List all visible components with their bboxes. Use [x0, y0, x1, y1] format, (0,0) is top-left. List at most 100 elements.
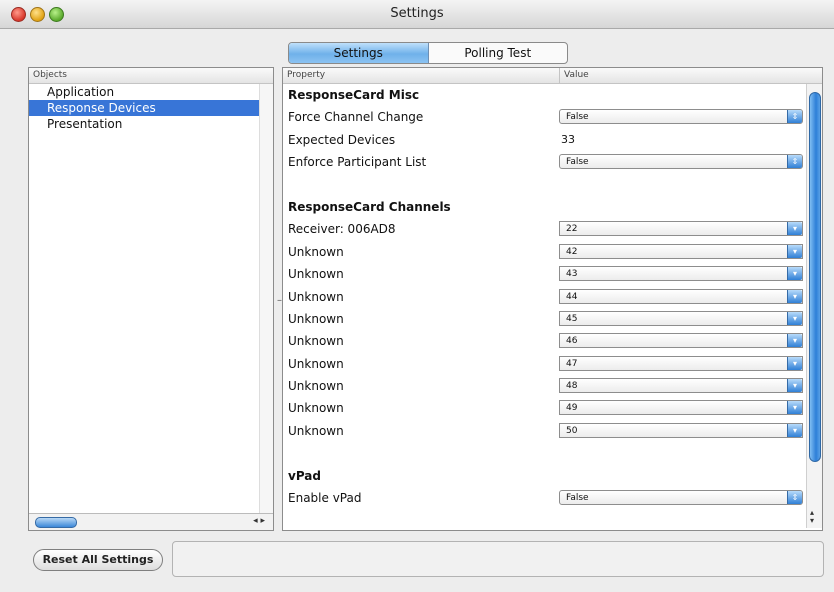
- objects-vertical-scrollbar[interactable]: [259, 84, 273, 514]
- section-header-row: ResponseCard Misc: [283, 84, 805, 106]
- property-row: Enforce Participant List False ⇕: [283, 151, 805, 173]
- dropdown-value: 22: [566, 224, 578, 235]
- channel-combobox[interactable]: 43 ▾: [559, 266, 803, 282]
- channel-combobox[interactable]: 22 ▾: [559, 221, 803, 237]
- value-dropdown[interactable]: False ⇕: [559, 154, 803, 170]
- property-row: Receiver: 006AD8 22 ▾: [283, 218, 805, 240]
- property-label: Force Channel Change: [288, 110, 424, 125]
- dropdown-value: False: [566, 112, 589, 123]
- horizontal-scroll-thumb[interactable]: [35, 517, 77, 528]
- property-row: [283, 174, 805, 196]
- objects-list-item[interactable]: Response Devices: [29, 100, 273, 116]
- channel-combobox[interactable]: 42 ▾: [559, 243, 803, 259]
- dropdown-value: False: [566, 493, 589, 504]
- property-row: Unknown 49 ▾: [283, 397, 805, 419]
- tab-polling-test[interactable]: Polling Test: [429, 43, 568, 63]
- property-label: Unknown: [288, 423, 344, 438]
- property-row: Unknown 50 ▾: [283, 420, 805, 442]
- property-row: Unknown 43 ▾: [283, 263, 805, 285]
- property-row: Unknown 45 ▾: [283, 308, 805, 330]
- objects-list-item[interactable]: Application: [29, 84, 273, 100]
- channel-combobox[interactable]: 46 ▾: [559, 333, 803, 349]
- property-row: Enable vPad False ⇕: [283, 487, 805, 509]
- property-label: Unknown: [288, 379, 344, 394]
- settings-window: Settings Settings Polling Test Objects A…: [0, 0, 834, 592]
- channel-combobox[interactable]: 49 ▾: [559, 400, 803, 416]
- scroll-arrows-icon[interactable]: ◂ ▸: [253, 516, 265, 526]
- property-label: Unknown: [288, 356, 344, 371]
- property-label: Enforce Participant List: [288, 155, 427, 170]
- property-row: Unknown 44 ▾: [283, 286, 805, 308]
- channel-combobox[interactable]: 45 ▾: [559, 310, 803, 326]
- property-label: Enable vPad: [288, 491, 362, 506]
- dropdown-arrow-icon[interactable]: ▾: [787, 356, 802, 370]
- dropdown-value: 44: [566, 291, 578, 302]
- dropdown-value: 42: [566, 246, 578, 257]
- properties-vertical-scrollbar[interactable]: ▴ ▾: [806, 84, 822, 528]
- property-label: Unknown: [288, 244, 344, 259]
- property-label: Unknown: [288, 401, 344, 416]
- reset-all-settings-button[interactable]: Reset All Settings: [33, 549, 163, 571]
- property-row: Unknown 47 ▾: [283, 353, 805, 375]
- objects-horizontal-scrollbar[interactable]: ◂ ▸: [29, 513, 273, 530]
- property-row: [283, 442, 805, 464]
- section-header-row: vPad: [283, 465, 805, 487]
- dropdown-arrow-icon[interactable]: ▾: [787, 311, 802, 325]
- property-label: Unknown: [288, 267, 344, 282]
- dropdown-value: 48: [566, 381, 578, 392]
- dropdown-arrow-icon[interactable]: ▾: [787, 423, 802, 437]
- dropdown-value: 43: [566, 269, 578, 280]
- title-bar: Settings: [0, 0, 834, 29]
- dropdown-value: 45: [566, 313, 578, 324]
- property-rows: ResponseCard Misc Force Channel Change Fal…: [283, 84, 805, 509]
- property-row: Unknown 46 ▾: [283, 330, 805, 352]
- property-row: Force Channel Change False ⇕: [283, 106, 805, 128]
- property-label: Receiver: 006AD8: [288, 222, 396, 237]
- dropdown-arrow-icon[interactable]: ▾: [787, 222, 802, 236]
- property-column-header[interactable]: Property: [287, 68, 325, 83]
- dropdown-arrow-icon[interactable]: ▾: [787, 401, 802, 415]
- section-title: ResponseCard Channels: [288, 199, 451, 214]
- channel-combobox[interactable]: 50 ▾: [559, 422, 803, 438]
- dropdown-arrow-icon[interactable]: ▾: [787, 379, 802, 393]
- property-label: Unknown: [288, 334, 344, 349]
- section-title: vPad: [288, 468, 321, 483]
- dropdown-arrow-icon[interactable]: ▾: [787, 267, 802, 281]
- section-title: ResponseCard Misc: [288, 88, 420, 102]
- property-row: Unknown 42 ▾: [283, 241, 805, 263]
- dropdown-value: False: [566, 157, 589, 168]
- vertical-scroll-arrows-icon[interactable]: ▴ ▾: [810, 509, 814, 525]
- property-label: Expected Devices: [288, 132, 396, 147]
- dropdown-value: 47: [566, 358, 578, 369]
- dropdown-arrow-icon[interactable]: ⇕: [787, 155, 802, 169]
- section-header-row: ResponseCard Channels: [283, 196, 805, 218]
- objects-items: Application Response Devices Presentation: [29, 84, 273, 132]
- properties-table: Property Value ResponseCard Misc Force Ch…: [282, 67, 823, 531]
- property-row: Unknown 48 ▾: [283, 375, 805, 397]
- property-value: 33: [561, 132, 575, 146]
- dropdown-arrow-icon[interactable]: ⇕: [787, 110, 802, 124]
- value-column-header[interactable]: Value: [559, 68, 589, 83]
- dropdown-value: 46: [566, 336, 578, 347]
- dropdown-arrow-icon[interactable]: ⇕: [787, 491, 802, 505]
- channel-combobox[interactable]: 48 ▾: [559, 378, 803, 394]
- dropdown-arrow-icon[interactable]: ▾: [787, 244, 802, 258]
- tab-settings[interactable]: Settings: [289, 43, 429, 63]
- dropdown-value: 50: [566, 425, 578, 436]
- objects-column-header[interactable]: Objects: [29, 68, 273, 84]
- value-dropdown[interactable]: False ⇕: [559, 490, 803, 506]
- properties-header: Property Value: [283, 68, 822, 84]
- property-label: Unknown: [288, 289, 344, 304]
- status-area: [172, 541, 824, 577]
- property-label: Unknown: [288, 311, 344, 326]
- dropdown-arrow-icon[interactable]: ▾: [787, 334, 802, 348]
- value-dropdown[interactable]: False ⇕: [559, 109, 803, 125]
- channel-combobox[interactable]: 44 ▾: [559, 288, 803, 304]
- view-tabs: Settings Polling Test: [288, 42, 568, 64]
- property-row: Expected Devices 33: [283, 129, 805, 151]
- channel-combobox[interactable]: 47 ▾: [559, 355, 803, 371]
- objects-list: Objects Application Response Devices Prese…: [28, 67, 274, 531]
- objects-list-item[interactable]: Presentation: [29, 116, 273, 132]
- vertical-scroll-thumb[interactable]: [809, 92, 821, 462]
- dropdown-arrow-icon[interactable]: ▾: [787, 289, 802, 303]
